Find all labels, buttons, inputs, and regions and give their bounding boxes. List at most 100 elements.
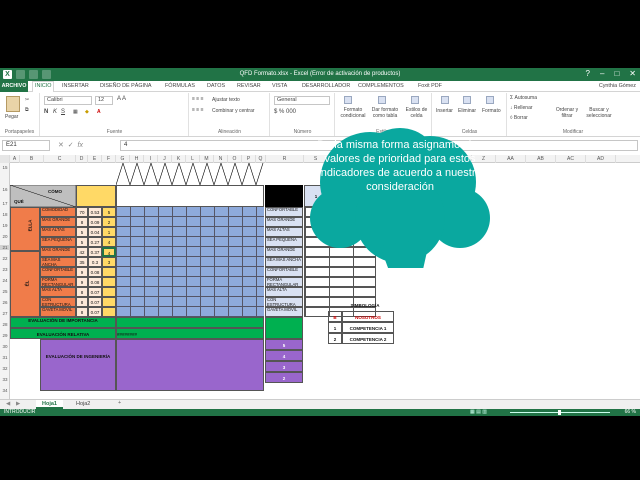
right-requirement-label[interactable]: MÁS ALTAS: [265, 227, 303, 237]
requirement-weight[interactable]: 0.27: [88, 237, 102, 247]
row-header[interactable]: 34: [0, 388, 10, 393]
requirement-count[interactable]: 9: [76, 277, 88, 287]
add-sheet-button[interactable]: +: [118, 400, 121, 406]
selected-cell[interactable]: 4: [102, 247, 116, 257]
insert-function-icon[interactable]: fx: [78, 142, 83, 149]
row-header[interactable]: 27: [0, 311, 10, 316]
font-color-icon[interactable]: A: [97, 109, 101, 115]
requirement-count[interactable]: 42: [76, 247, 88, 257]
column-header[interactable]: B: [20, 155, 44, 163]
priority-cell[interactable]: [102, 277, 116, 287]
help-button[interactable]: ?: [586, 69, 590, 78]
competitor-row[interactable]: [304, 267, 376, 277]
relationship-row[interactable]: [116, 277, 264, 287]
merge-center-button[interactable]: Combinar y centrar: [212, 108, 255, 114]
requirement-weight[interactable]: 0.07: [88, 297, 102, 307]
sheet-tab-hoja1[interactable]: Hoja1: [36, 400, 63, 409]
row-header[interactable]: 17: [0, 201, 10, 206]
relationship-row[interactable]: [116, 287, 264, 297]
row-header[interactable]: 31: [0, 355, 10, 360]
priority-cell[interactable]: 2: [102, 217, 116, 227]
requirement-label[interactable]: COMODIDAD: [40, 207, 76, 217]
right-requirement-label[interactable]: MÁS GRANDE: [265, 247, 303, 257]
column-header[interactable]: AA: [496, 155, 526, 163]
requirement-count[interactable]: 8: [76, 217, 88, 227]
priority-cell[interactable]: 4: [102, 237, 116, 247]
font-size-select[interactable]: 12: [95, 96, 113, 105]
row-header[interactable]: 29: [0, 333, 10, 338]
row-header[interactable]: 23: [0, 267, 10, 272]
next-sheet-icon[interactable]: ▶: [16, 401, 20, 407]
column-header[interactable]: P: [242, 155, 256, 163]
align-left-icon[interactable]: ≡ ≡ ≡: [192, 107, 204, 113]
column-header[interactable]: M: [200, 155, 214, 163]
right-requirement-label[interactable]: MÁS GRANDE: [265, 217, 303, 227]
column-header[interactable]: A: [10, 155, 20, 163]
autosum-button[interactable]: Σ Autosuma: [510, 95, 537, 101]
column-header[interactable]: AB: [526, 155, 556, 163]
tab-file[interactable]: ARCHIVO: [0, 81, 28, 92]
priority-cell[interactable]: 1: [102, 227, 116, 237]
sheet-tab-hoja2[interactable]: Hoja2: [76, 401, 90, 407]
close-button[interactable]: ✕: [629, 69, 636, 78]
right-requirement-label[interactable]: FORMA RECTANGULAR: [265, 277, 303, 287]
row-header[interactable]: 19: [0, 223, 10, 228]
column-header[interactable]: G: [116, 155, 130, 163]
column-header[interactable]: F: [102, 155, 116, 163]
column-header[interactable]: C: [44, 155, 76, 163]
tab-diseno-pagina[interactable]: DISEÑO DE PÁGINA: [100, 83, 152, 89]
cut-icon[interactable]: ✂: [25, 97, 29, 103]
column-header[interactable]: H: [130, 155, 144, 163]
requirement-label[interactable]: SEA MÁS ANCHA: [40, 257, 76, 267]
column-header[interactable]: AD: [586, 155, 616, 163]
requirement-label[interactable]: MÁS ALTA: [40, 287, 76, 297]
right-requirement-label[interactable]: MÁS ALTA: [265, 287, 303, 297]
relationship-row[interactable]: [116, 247, 264, 257]
right-requirement-label[interactable]: SEA PEQUEÑA: [265, 237, 303, 247]
priority-cell[interactable]: [102, 267, 116, 277]
relationship-row[interactable]: [116, 257, 264, 267]
format-button[interactable]: Formato: [482, 108, 501, 114]
requirement-label[interactable]: MÁS GRANDE: [40, 217, 76, 227]
requirement-count[interactable]: 9: [76, 267, 88, 277]
requirement-weight[interactable]: 0.08: [88, 267, 102, 277]
insert-button[interactable]: Insertar: [436, 108, 453, 114]
cancel-icon[interactable]: ✕: [58, 142, 64, 149]
row-header[interactable]: 26: [0, 300, 10, 305]
row-header[interactable]: 18: [0, 212, 10, 217]
underline-button[interactable]: S: [61, 109, 65, 115]
row-header[interactable]: 28: [0, 322, 10, 327]
row-header[interactable]: 30: [0, 344, 10, 349]
requirement-label[interactable]: CONFORTABLE: [40, 267, 76, 277]
row-header[interactable]: 22: [0, 256, 10, 261]
column-header[interactable]: Q: [256, 155, 266, 163]
minimize-button[interactable]: –: [600, 69, 604, 78]
tab-insertar[interactable]: INSERTAR: [62, 83, 89, 89]
priority-cell[interactable]: [102, 287, 116, 297]
column-header[interactable]: K: [172, 155, 186, 163]
priority-cell[interactable]: 5: [102, 207, 116, 217]
competitor-row[interactable]: [304, 287, 376, 297]
maximize-button[interactable]: □: [614, 69, 619, 78]
fill-button[interactable]: ↓ Rellenar: [510, 105, 533, 111]
column-header[interactable]: L: [186, 155, 200, 163]
requirement-label[interactable]: CON ESTRUCTURA: [40, 297, 76, 307]
relationship-row[interactable]: [116, 227, 264, 237]
right-requirement-label[interactable]: SEA MÁS ANCHA: [265, 257, 303, 267]
requirement-weight[interactable]: 0.07: [88, 307, 102, 317]
requirement-count[interactable]: 8: [76, 297, 88, 307]
competitor-row[interactable]: [304, 277, 376, 287]
name-box[interactable]: E21: [2, 140, 50, 151]
clear-button[interactable]: ◊ Borrar: [510, 115, 528, 121]
right-requirement-label[interactable]: CON ESTRUCTURA: [265, 297, 303, 307]
column-header[interactable]: O: [228, 155, 242, 163]
column-header[interactable]: AC: [556, 155, 586, 163]
prev-sheet-icon[interactable]: ◀: [6, 401, 10, 407]
paste-icon[interactable]: [6, 96, 20, 112]
requirement-label[interactable]: SEA PEQUEÑA: [40, 237, 76, 247]
tab-formulas[interactable]: FÓRMULAS: [165, 83, 195, 89]
column-header[interactable]: D: [76, 155, 88, 163]
sort-filter-button[interactable]: Ordenar y filtrar: [554, 107, 580, 119]
paste-button[interactable]: Pegar: [5, 114, 18, 120]
row-header[interactable]: 15: [0, 165, 10, 170]
